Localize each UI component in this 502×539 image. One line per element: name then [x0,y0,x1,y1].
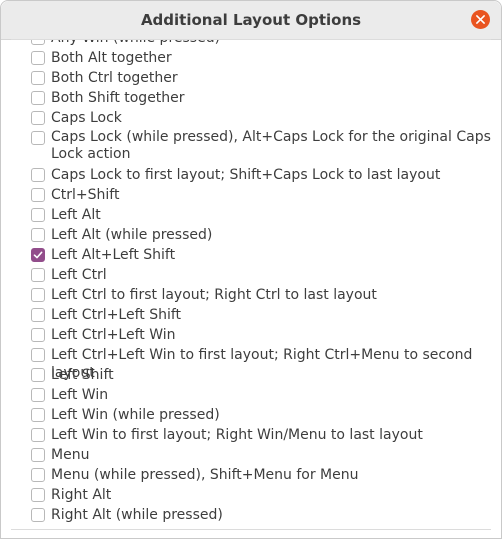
option-row[interactable]: Left Ctrl+Left Win to first layout; Righ… [11,346,491,381]
option-label: Both Alt together [51,50,172,66]
option-label: Menu [51,447,90,463]
checkbox-checked[interactable] [31,248,45,262]
option-row[interactable]: Left Ctrl+Left Win [11,326,491,346]
option-row[interactable]: Both Ctrl together [11,69,491,89]
titlebar[interactable]: Additional Layout Options [1,1,501,40]
option-label: Left Alt [51,207,101,223]
dialog-window: Additional Layout Options Any Win (while… [0,0,502,539]
option-row[interactable]: Menu (while pressed), Shift+Menu for Men… [11,466,491,486]
option-row[interactable]: Ctrl+Shift [11,186,491,206]
option-row[interactable]: Both Shift together [11,89,491,109]
checkbox[interactable] [31,488,45,502]
checkbox[interactable] [31,288,45,302]
option-row[interactable]: Left Win to first layout; Right Win/Menu… [11,426,491,446]
option-row[interactable]: Left Win (while pressed) [11,406,491,426]
close-icon [476,15,485,24]
checkbox[interactable] [31,448,45,462]
option-label: Left Ctrl [51,267,107,283]
option-row[interactable]: Left Alt [11,206,491,226]
option-label: Menu (while pressed), Shift+Menu for Men… [51,467,359,483]
options-scroll-area[interactable]: Any Win (while pressed) Both Alt together… [11,39,491,530]
checkbox[interactable] [31,188,45,202]
checkbox[interactable] [31,388,45,402]
checkbox[interactable] [31,91,45,105]
option-label: Left Ctrl+Left Win [51,327,176,343]
option-label: Any Win (while pressed) [51,40,491,47]
option-row[interactable]: Left Shift [11,366,491,386]
option-row[interactable]: Any Win (while pressed) [11,40,491,49]
checkbox[interactable] [31,408,45,422]
option-label: Both Ctrl together [51,70,178,86]
option-label: Both Shift together [51,90,185,106]
checkbox[interactable] [31,508,45,522]
option-label: Caps Lock [51,110,122,126]
option-label: Caps Lock (while pressed), Alt+Caps Lock… [51,129,491,162]
checkbox[interactable] [31,348,45,362]
option-row[interactable]: Left Alt (while pressed) [11,226,491,246]
option-row[interactable]: Right Alt [11,486,491,506]
option-label: Left Alt (while pressed) [51,227,213,243]
checkbox[interactable] [31,368,45,382]
option-label: Caps Lock to first layout; Shift+Caps Lo… [51,167,441,183]
option-row[interactable]: Left Win [11,386,491,406]
option-row[interactable]: Left Ctrl to first layout; Right Ctrl to… [11,286,491,306]
checkbox[interactable] [31,131,45,145]
checkbox[interactable] [31,428,45,442]
option-label: Left Win to first layout; Right Win/Menu… [51,427,423,443]
option-row[interactable]: Caps Lock [11,109,491,129]
check-icon [33,251,43,259]
option-row[interactable]: Left Alt+Left Shift [11,246,491,266]
option-row[interactable]: Left Ctrl+Left Shift [11,306,491,326]
checkbox[interactable] [31,111,45,125]
options-list: Any Win (while pressed) Both Alt together… [11,40,491,526]
option-row[interactable]: Both Alt together [11,49,491,69]
option-row[interactable]: Menu [11,446,491,466]
checkbox[interactable] [31,71,45,85]
option-row[interactable]: Caps Lock (while pressed), Alt+Caps Lock… [11,129,491,166]
checkbox[interactable] [31,308,45,322]
checkbox[interactable] [31,51,45,65]
option-label: Ctrl+Shift [51,187,120,203]
option-label: Left Ctrl+Left Shift [51,307,182,323]
option-label: Right Alt (while pressed) [51,507,223,523]
option-label: Left Shift [51,367,114,383]
option-row[interactable]: Caps Lock to first layout; Shift+Caps Lo… [11,166,491,186]
option-label: Left Ctrl to first layout; Right Ctrl to… [51,287,377,303]
checkbox[interactable] [31,328,45,342]
checkbox[interactable] [31,168,45,182]
checkbox[interactable] [31,268,45,282]
checkbox[interactable] [31,468,45,482]
checkbox[interactable] [31,228,45,242]
option-label: Left Alt+Left Shift [51,247,176,263]
checkbox[interactable] [31,208,45,222]
option-label: Right Alt [51,487,112,503]
option-label: Left Win [51,387,109,403]
option-label: Left Win (while pressed) [51,407,220,423]
close-button[interactable] [471,10,490,29]
option-row[interactable]: Left Ctrl [11,266,491,286]
checkbox[interactable] [31,40,45,45]
option-row[interactable]: Right Alt (while pressed) [11,506,491,526]
window-title: Additional Layout Options [140,11,362,29]
